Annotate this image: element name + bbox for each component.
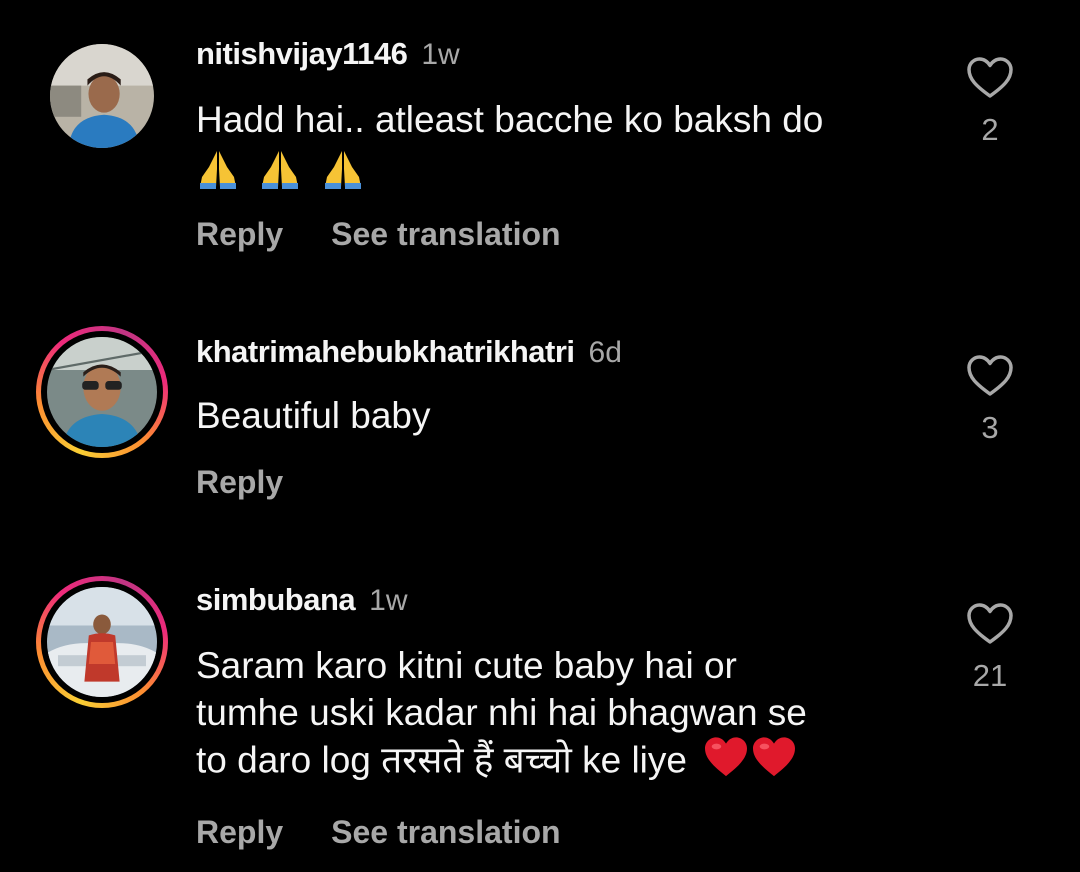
comment-body-line: to daro log तरसते हैं बच्चो ke liye [196, 739, 687, 781]
comment-actions: Reply [196, 462, 283, 502]
comment-text: Saram karo kitni cute baby hai or tumhe … [196, 642, 936, 789]
red-heart-icon [751, 736, 797, 789]
avatar-story-ring[interactable] [36, 576, 168, 708]
comment-meta: simbubana 1w [196, 580, 408, 621]
username[interactable]: khatrimahebubkhatrikhatri [196, 334, 575, 369]
like-count: 3 [981, 410, 999, 445]
comment-body-line: tumhe uski kadar nhi hai bhagwan se [196, 692, 807, 733]
like-button[interactable]: 21 [958, 602, 1022, 694]
folded-hands-icon [196, 147, 240, 202]
reply-button[interactable]: Reply [196, 464, 283, 500]
like-count: 21 [972, 658, 1008, 693]
comment-text: Beautiful baby [196, 392, 916, 439]
username[interactable]: simbubana [196, 582, 356, 617]
comment-item: simbubana 1w Saram karo kitni cute baby h… [0, 550, 1080, 872]
comment-body: Hadd hai.. atleast bacche ko baksh do [196, 99, 824, 140]
comment-meta: nitishvijay1146 1w [196, 34, 460, 75]
folded-hands-icon [321, 147, 365, 202]
comment-body: Beautiful baby [196, 395, 431, 436]
reply-button[interactable]: Reply [196, 216, 283, 252]
reply-button[interactable]: Reply [196, 814, 283, 850]
see-translation-button[interactable]: See translation [331, 216, 560, 252]
username[interactable]: nitishvijay1146 [196, 36, 408, 71]
avatar-photo [50, 44, 154, 148]
red-heart-icon [703, 736, 749, 789]
folded-hands-icon [258, 147, 302, 202]
comment-text: Hadd hai.. atleast bacche ko baksh do [196, 96, 916, 202]
comment-actions: Reply See translation [196, 812, 561, 852]
like-button[interactable]: 2 [958, 56, 1022, 148]
comment-body-line: Saram karo kitni cute baby hai or [196, 645, 737, 686]
timestamp: 1w [421, 38, 460, 71]
avatar-photo [47, 337, 157, 447]
comment-item: khatrimahebubkhatrikhatri 6d Beautiful ba… [0, 290, 1080, 550]
comment-meta: khatrimahebubkhatrikhatri 6d [196, 332, 622, 373]
timestamp: 6d [588, 336, 622, 369]
heart-outline-icon[interactable] [966, 354, 1014, 398]
emoji-row [196, 147, 365, 202]
timestamp: 1w [369, 584, 408, 617]
see-translation-button[interactable]: See translation [331, 814, 560, 850]
heart-outline-icon[interactable] [966, 56, 1014, 100]
like-button[interactable]: 3 [958, 354, 1022, 446]
heart-outline-icon[interactable] [966, 602, 1014, 646]
like-count: 2 [981, 112, 999, 147]
avatar-story-ring[interactable] [36, 326, 168, 458]
avatar-photo [47, 587, 157, 697]
avatar[interactable] [36, 30, 168, 162]
comment-item: nitishvijay1146 1w Hadd hai.. atleast bac… [0, 0, 1080, 290]
comment-actions: Reply See translation [196, 214, 561, 254]
